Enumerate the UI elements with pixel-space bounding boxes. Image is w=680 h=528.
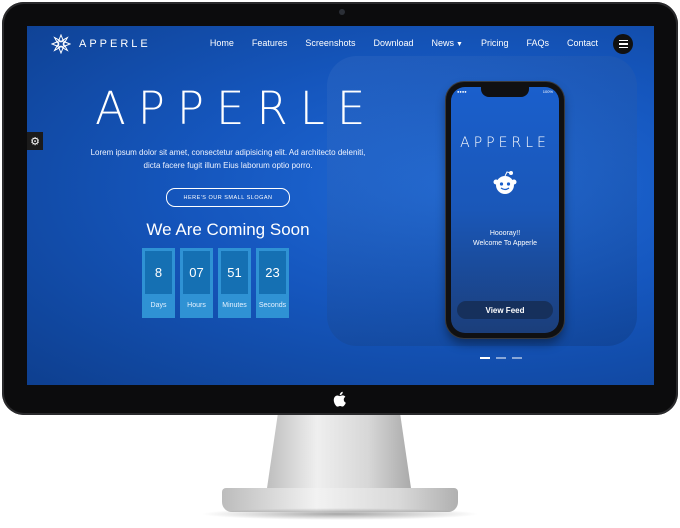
nav-home[interactable]: Home (210, 38, 234, 48)
countdown: 8 Days 07 Hours 51 Minutes 23 Seconds (142, 248, 289, 318)
hamburger-icon[interactable] (613, 34, 633, 54)
gear-icon[interactable]: ⚙ (27, 132, 43, 150)
countdown-label: Days (150, 302, 167, 309)
nav-news-label: News (431, 38, 454, 48)
chevron-down-icon: ▼ (456, 41, 463, 48)
countdown-label: Minutes (222, 302, 247, 309)
phone-welcome: Welcome To Apperle (473, 240, 537, 247)
stand-shadow (200, 508, 480, 520)
slider-dot[interactable] (480, 357, 490, 359)
hero-description: Lorem ipsum dolor sit amet, consectetur … (90, 148, 366, 170)
apple-logo-icon (333, 391, 346, 407)
monitor-stand (266, 415, 412, 495)
countdown-value: 8 (145, 251, 172, 294)
countdown-days: 8 Days (142, 248, 175, 318)
nav-news[interactable]: News ▼ (431, 38, 462, 48)
phone-battery: 100% (542, 89, 553, 94)
nav-download[interactable]: Download (373, 38, 413, 48)
view-feed-button[interactable]: View Feed (457, 301, 553, 319)
countdown-value: 07 (183, 251, 210, 294)
slider-dots (480, 357, 522, 359)
website-screen: APPERLE Home Features Screenshots Downlo… (27, 26, 654, 385)
phone-hooray: Hoooray!! (489, 230, 521, 237)
countdown-value: 23 (259, 251, 286, 294)
camera (339, 9, 345, 15)
brand-name: APPERLE (79, 38, 151, 50)
slider-dot[interactable] (512, 357, 522, 359)
phone-signal: ●●●● (457, 89, 467, 94)
slider-dot[interactable] (496, 357, 506, 359)
nav-faqs[interactable]: FAQs (526, 38, 549, 48)
countdown-hours: 07 Hours (180, 248, 213, 318)
coming-soon-heading: We Are Coming Soon (146, 220, 310, 239)
phone-mockup: ●●●● 100% APPERLE Hoooray!! Welcome To A… (446, 82, 564, 338)
brand[interactable]: APPERLE (51, 34, 151, 54)
nav-features[interactable]: Features (252, 38, 288, 48)
phone-screen: ●●●● 100% APPERLE Hoooray!! Welcome To A… (451, 87, 559, 333)
mandala-logo-icon (51, 34, 71, 54)
nav-contact[interactable]: Contact (567, 38, 598, 48)
countdown-label: Seconds (258, 302, 287, 309)
main-nav: Home Features Screenshots Download News ▼… (210, 38, 598, 48)
phone-app-title: APPERLE (460, 135, 550, 151)
countdown-minutes: 51 Minutes (218, 248, 251, 318)
countdown-label: Hours (187, 302, 206, 309)
phone-notch (481, 87, 529, 97)
nav-pricing[interactable]: Pricing (481, 38, 509, 48)
countdown-seconds: 23 Seconds (256, 248, 289, 318)
phone-welcome-text: Hoooray!! Welcome To Apperle (451, 229, 559, 249)
hero-title: APPERLE (95, 82, 378, 135)
slogan-button[interactable]: HERE'S OUR SMALL SLOGAN (166, 188, 290, 207)
robot-face-icon (493, 171, 517, 194)
countdown-value: 51 (221, 251, 248, 294)
nav-screenshots[interactable]: Screenshots (305, 38, 355, 48)
